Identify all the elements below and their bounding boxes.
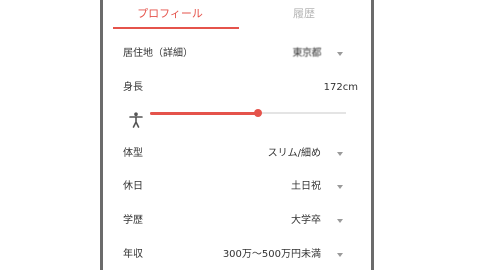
- height-slider-fill: [150, 112, 258, 115]
- holiday-label: 休日: [123, 181, 143, 192]
- income-row[interactable]: 年収 300万～500万円未満: [103, 243, 371, 267]
- education-label: 学歴: [123, 215, 143, 226]
- residence-label: 居住地（詳細）: [123, 48, 193, 59]
- holiday-row[interactable]: 休日 土日祝: [103, 175, 371, 199]
- chevron-down-icon: [337, 219, 343, 223]
- body-type-row[interactable]: 体型 スリム/細め: [103, 142, 371, 166]
- height-slider-thumb[interactable]: [254, 109, 262, 117]
- chevron-down-icon: [337, 253, 343, 257]
- education-row[interactable]: 学歴 大学卒: [103, 209, 371, 233]
- active-tab-indicator: [113, 27, 239, 29]
- body-type-label: 体型: [123, 148, 143, 159]
- chevron-down-icon: [337, 185, 343, 189]
- residence-row[interactable]: 居住地（詳細） 東京都: [103, 42, 371, 66]
- height-value: 172cm: [323, 82, 358, 93]
- income-value: 300万～500万円未満: [222, 249, 321, 260]
- tab-bar: プロフィール 履歴: [103, 0, 371, 30]
- profile-screen: プロフィール 履歴 居住地（詳細） 東京都 身長 172cm 体型 スリム/細め…: [103, 0, 371, 270]
- chevron-down-icon: [337, 52, 343, 56]
- height-slider[interactable]: [150, 109, 346, 117]
- tab-profile[interactable]: プロフィール: [103, 0, 237, 30]
- income-label: 年収: [123, 249, 143, 260]
- body-type-value: スリム/細め: [267, 148, 321, 159]
- height-label: 身長: [123, 82, 143, 93]
- chevron-down-icon: [337, 152, 343, 156]
- person-icon: [129, 112, 143, 128]
- tab-history[interactable]: 履歴: [237, 0, 371, 30]
- education-value: 大学卒: [291, 215, 321, 226]
- holiday-value: 土日祝: [291, 181, 321, 192]
- phone-frame-right: [371, 0, 374, 270]
- residence-value: 東京都: [292, 48, 322, 59]
